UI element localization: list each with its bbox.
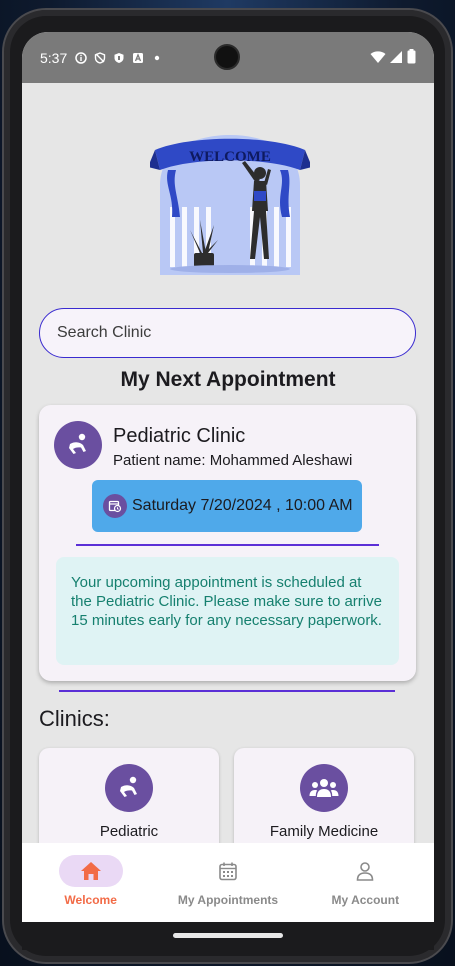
clinic-tile-family-medicine[interactable]: Family Medicine bbox=[234, 748, 414, 843]
nav-label: My Appointments bbox=[177, 893, 279, 907]
nav-label: My Account bbox=[331, 893, 400, 907]
clinics-label: Clinics: bbox=[39, 706, 110, 731]
appointment-date-chip: Saturday 7/20/2024 , 10:00 AM bbox=[92, 480, 362, 532]
calendar-icon bbox=[196, 855, 260, 887]
shield-outline-icon bbox=[94, 51, 106, 64]
appointment-patient-name: Patient name: Mohammed Aleshawi bbox=[113, 452, 353, 469]
nav-my-appointments[interactable]: My Appointments bbox=[159, 843, 296, 922]
wifi-icon bbox=[370, 50, 386, 67]
nav-label: Welcome bbox=[64, 893, 117, 907]
next-appointment-card[interactable]: Pediatric Clinic Patient name: Mohammed … bbox=[39, 405, 416, 681]
clinic-tile-pediatric[interactable]: Pediatric bbox=[39, 748, 219, 843]
baby-crawl-icon bbox=[105, 764, 153, 812]
baby-crawl-icon bbox=[54, 421, 102, 469]
appointment-date-text: Saturday 7/20/2024 , 10:00 AM bbox=[132, 497, 353, 514]
status-time: 5:37 bbox=[40, 49, 68, 66]
clinic-tile-label: Family Medicine bbox=[269, 823, 379, 840]
dot-icon bbox=[151, 52, 163, 64]
home-gesture-bar[interactable] bbox=[173, 933, 283, 938]
gesture-area bbox=[22, 922, 434, 950]
person-icon bbox=[333, 855, 397, 887]
a-icon bbox=[132, 52, 144, 64]
calendar-clock-icon bbox=[103, 494, 127, 518]
signal-icon bbox=[390, 50, 403, 67]
home-icon bbox=[58, 855, 123, 887]
family-icon bbox=[300, 764, 348, 812]
welcome-illustration: WELCOME bbox=[148, 125, 312, 275]
shield-icon bbox=[113, 52, 125, 64]
card-divider bbox=[76, 544, 379, 546]
search-input[interactable] bbox=[57, 324, 415, 342]
front-camera bbox=[214, 44, 240, 70]
appointment-clinic-name: Pediatric Clinic bbox=[113, 425, 246, 447]
bottom-navigation: Welcome My Appointments My Account bbox=[22, 843, 434, 922]
section-divider bbox=[59, 690, 395, 692]
welcome-banner-text: WELCOME bbox=[189, 149, 271, 165]
status-bar: 5:37 bbox=[22, 32, 434, 83]
appointment-note: Your upcoming appointment is scheduled a… bbox=[56, 557, 399, 665]
search-bar[interactable] bbox=[39, 308, 416, 358]
screen: 5:37 WELCOME Search Clinic My Next Appoi… bbox=[22, 32, 434, 922]
clinic-tile-label: Pediatric bbox=[99, 823, 159, 840]
next-appointment-title: My Next Appointment bbox=[120, 368, 336, 391]
nav-my-account[interactable]: My Account bbox=[297, 843, 434, 922]
nav-welcome[interactable]: Welcome bbox=[22, 843, 159, 922]
battery-icon bbox=[407, 49, 416, 67]
scroll-content[interactable]: WELCOME Search Clinic My Next Appointmen… bbox=[22, 83, 434, 843]
info-icon bbox=[75, 51, 87, 64]
